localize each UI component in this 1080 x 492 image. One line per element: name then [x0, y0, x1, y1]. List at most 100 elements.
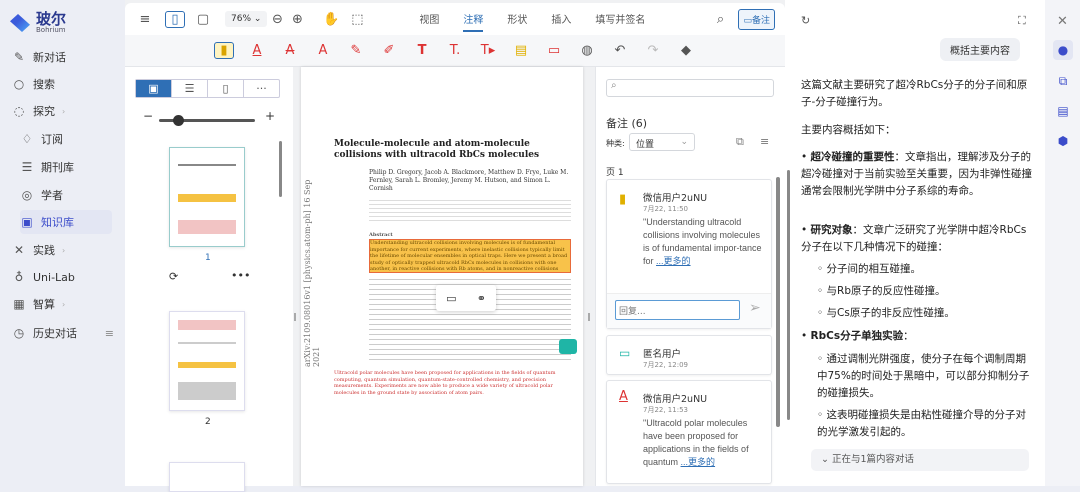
tab-shapes[interactable]: 形状 — [507, 7, 527, 32]
comment-icon[interactable]: ▭ — [446, 292, 456, 305]
type-select[interactable]: 位置 ⌄ — [629, 133, 695, 151]
tab-fill-sign[interactable]: 填写并签名 — [595, 7, 645, 32]
search-icon[interactable]: ⌕ — [710, 12, 730, 27]
sidebar-item-journals[interactable]: ☰ 期刊库 — [20, 155, 112, 179]
more-link[interactable]: ...更多的 — [656, 256, 691, 266]
annotation-search-input[interactable]: ⌕ — [606, 79, 774, 97]
more-tab[interactable]: ··· — [244, 80, 279, 97]
sidebar-item-practice[interactable]: ✕ 实践 › — [12, 238, 114, 262]
text-icon[interactable]: T — [412, 43, 432, 58]
right-tool-bar: ✕ ● ⧉ ▤ ⬢ — [1045, 0, 1080, 486]
tab-insert[interactable]: 插入 — [551, 7, 571, 32]
annotation-card[interactable]: A 微信用户2uNU 7月22, 11:53 "Ultracold polar … — [606, 380, 772, 484]
underline-text-icon[interactable]: A — [247, 43, 267, 58]
thumbnails-tab[interactable]: ▣ — [136, 80, 172, 97]
outline-tab[interactable]: ☰ — [172, 80, 208, 97]
zoom-select[interactable]: 76% ⌄ — [225, 11, 268, 27]
bookmarks-tab[interactable]: ▯ — [208, 80, 244, 97]
page-thumbnail-1[interactable] — [169, 147, 245, 247]
squiggly-icon[interactable]: A — [313, 43, 333, 58]
text-box-icon[interactable]: T▸ — [478, 43, 498, 58]
annotation-user: 微信用户2uNU — [643, 193, 708, 204]
answer-summary-heading: 主要内容概括如下： — [801, 124, 896, 136]
page-thumbnail-2[interactable] — [169, 311, 245, 411]
scrollbar[interactable] — [787, 170, 790, 420]
tab-annotate[interactable]: 注释 — [463, 7, 484, 32]
more-link[interactable]: ...更多的 — [681, 457, 716, 467]
user-message: 概括主要内容 — [940, 38, 1020, 61]
new-chat-icon[interactable]: ↻ — [801, 14, 810, 27]
sidebar-item-search[interactable]: ○ 搜索 — [12, 72, 114, 96]
sidebar-item-subscribe[interactable]: ♢ 订阅 — [20, 127, 112, 151]
menu-icon[interactable]: ≡ — [135, 12, 155, 27]
cube-icon[interactable]: ⬢ — [1053, 131, 1073, 151]
highlighter-icon[interactable]: ✐ — [379, 43, 399, 58]
file-icon[interactable]: ▢ — [193, 12, 213, 27]
zoom-out-icon[interactable]: ⊖ — [267, 12, 287, 27]
annotation-card[interactable]: ▮ 微信用户2uNU 7月22, 11:50 "Understanding ul… — [606, 179, 772, 329]
redo-icon[interactable]: ↷ — [643, 43, 663, 58]
notes-button[interactable]: ▭备注 — [738, 8, 775, 30]
close-icon[interactable]: ✕ — [1057, 14, 1068, 29]
label: 探究 — [33, 105, 55, 118]
undo-icon[interactable]: ↶ — [610, 43, 630, 58]
filter-icon[interactable]: ≡ — [760, 135, 769, 148]
tab-view[interactable]: 视图 — [419, 7, 439, 32]
resize-handle[interactable]: ‖ — [587, 312, 591, 321]
sidebar-item-unilab[interactable]: ♁ Uni-Lab — [12, 265, 114, 289]
slider-handle[interactable] — [173, 115, 184, 126]
eraser-icon[interactable]: ◆ — [676, 43, 696, 58]
ai-assistant-icon[interactable]: ● — [1053, 40, 1073, 60]
body-text: Ultracold polar molecules have been prop… — [334, 370, 556, 396]
fullscreen-icon[interactable]: ⛶ — [1018, 14, 1026, 28]
page-thumbnail-3[interactable] — [169, 462, 245, 492]
zoom-in-icon[interactable]: ⊕ — [287, 12, 307, 27]
notes-edit-icon[interactable]: ▤ — [1053, 101, 1073, 121]
logo[interactable]: 玻尔 Bohrium — [10, 12, 66, 34]
scrollbar[interactable] — [776, 177, 780, 427]
highlighted-text[interactable]: Understanding ultracold collisions invol… — [369, 239, 571, 273]
rotate-page-icon[interactable]: ⟳ — [169, 270, 178, 283]
reply-input[interactable]: 回复... — [615, 300, 740, 320]
list-icon[interactable]: ≡ — [105, 327, 114, 340]
tools-icon: ✕ — [13, 243, 25, 257]
pen-icon[interactable]: ✎ — [346, 43, 366, 58]
pdf-viewer: ≡ ▯ ▢ 76% ⌄ ⊖ ⊕ ✋ ⬚ 视图 注释 形状 插入 填写并签名 ⌕ … — [125, 0, 785, 492]
text-callout-icon[interactable]: T. — [445, 43, 465, 58]
link-icon[interactable]: ⚭ — [477, 292, 486, 305]
scrollbar[interactable] — [279, 141, 282, 197]
sidebar-item-history[interactable]: ◷ 历史对话 ≡ — [12, 321, 114, 345]
color-palette-icon[interactable]: ◍ — [577, 43, 597, 58]
pan-hand-icon[interactable]: ✋ — [321, 12, 341, 27]
scholar-icon: ◎ — [21, 188, 33, 202]
sub-text: 通过调制光阱强度，使分子在每个调制周期中75%的时间处于黑暗中，可以部分抑制分子… — [817, 353, 1030, 399]
annotation-time: 7月22, 12:09 — [643, 361, 688, 369]
thumbnail-view-tabs: ▣ ☰ ▯ ··· — [135, 79, 280, 98]
journal-icon: ☰ — [21, 160, 33, 174]
select-area-icon[interactable]: ⬚ — [347, 12, 367, 27]
sidebar-item-new-chat[interactable]: ✎ 新对话 — [12, 45, 114, 69]
label: 新对话 — [33, 51, 66, 64]
zoom-in-thumbs-icon[interactable]: + — [265, 109, 275, 123]
sidebar-item-knowledge[interactable]: ▣ 知识库 — [20, 210, 112, 234]
strikethrough-icon[interactable]: A — [280, 43, 300, 58]
annotation-quote: "Ultracold polar molecules have been pro… — [643, 417, 769, 469]
translate-icon[interactable]: ⧉ — [1053, 71, 1073, 91]
sticky-note-icon[interactable]: ▤ — [511, 43, 531, 58]
comment-box-icon[interactable]: ▭ — [544, 43, 564, 58]
highlight-note-icon[interactable]: ▮ — [214, 42, 234, 59]
copy-icon[interactable]: ⧉ — [736, 135, 744, 149]
zoom-out-thumbs-icon[interactable]: − — [143, 109, 153, 123]
bullet-2: • 研究对象：文章广泛研究了光学阱中超冷RbCs分子在以下几种情况下的碰撞： — [801, 224, 1027, 253]
resize-handle[interactable]: ‖ — [293, 312, 297, 321]
send-icon[interactable]: ➢ — [749, 300, 761, 316]
bell-icon: ♢ — [21, 132, 33, 146]
sidebar-item-compute[interactable]: ▦ 智算 › — [12, 292, 114, 316]
sidebar-item-explore[interactable]: ◌ 探究 › — [12, 99, 114, 123]
sidebar-item-scholars[interactable]: ◎ 学者 — [20, 183, 112, 207]
comment-marker-icon[interactable] — [559, 339, 577, 354]
context-indicator[interactable]: ⌄ 正在与1篇内容对话 — [811, 449, 1029, 471]
page-more-icon[interactable]: ••• — [231, 269, 250, 282]
sidebar-toggle-icon[interactable]: ▯ — [165, 10, 185, 28]
annotation-card[interactable]: ▭ 匿名用户 7月22, 12:09 — [606, 335, 772, 375]
